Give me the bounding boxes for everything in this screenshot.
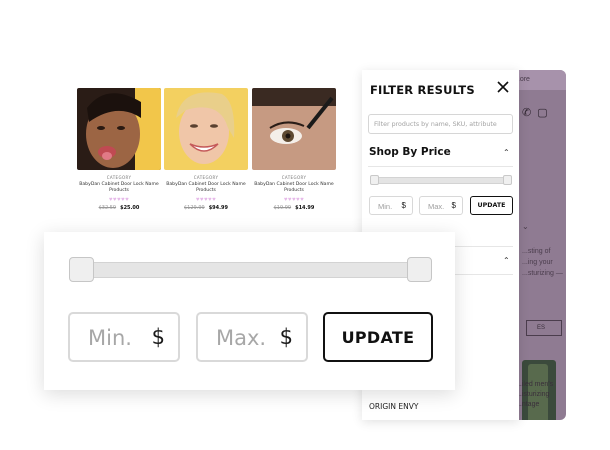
price-max-handle[interactable] (503, 175, 512, 185)
rating-hearts-icon: ♥♥♥♥♥ (108, 197, 130, 203)
max-placeholder: Max. (216, 326, 267, 350)
min-placeholder: Min. (378, 202, 393, 211)
product-name[interactable]: BabyDan Cabinet Door Lock Name Products (252, 182, 336, 194)
max-price-field[interactable]: Max. $ (196, 312, 308, 362)
product-name[interactable]: BabyDan Cabinet Door Lock Name Products (77, 182, 161, 194)
chevron-up-icon[interactable]: ⌃ (503, 148, 510, 157)
min-price-field[interactable]: Min. $ (68, 312, 180, 362)
price-range-track[interactable] (370, 177, 512, 184)
price-section-title[interactable]: Shop By Price (369, 146, 451, 158)
price-max-handle[interactable] (407, 257, 432, 282)
price: $14.99 (295, 205, 315, 211)
max-price-field[interactable]: Max. $ (419, 196, 463, 215)
currency-symbol: $ (279, 325, 293, 349)
price: $25.00 (120, 205, 140, 211)
update-button[interactable]: UPDATE (323, 312, 433, 362)
currency-symbol: $ (451, 201, 456, 210)
brand-filter-item[interactable]: ORIGIN ENVY (369, 402, 418, 411)
divider (368, 166, 513, 167)
background-outline-button: ES (526, 320, 562, 336)
filter-search-input[interactable] (368, 114, 513, 134)
rating-hearts-icon: ♥♥♥♥♥ (195, 197, 217, 203)
product-prices: $32.59 $25.00 (77, 205, 161, 211)
price: $94.99 (208, 205, 228, 211)
background-product-caption: ...iled men's ...isturizing ...ntage (516, 381, 554, 408)
zoomed-price-filter: Min. $ Max. $ UPDATE (44, 232, 455, 390)
product-name[interactable]: BabyDan Cabinet Door Lock Name Products (164, 182, 248, 194)
price-min-handle[interactable] (370, 175, 379, 185)
product-card[interactable]: CATEGORY BabyDan Cabinet Door Lock Name … (164, 88, 248, 211)
product-image[interactable] (252, 88, 336, 170)
product-card[interactable]: CATEGORY BabyDan Cabinet Door Lock Name … (77, 88, 161, 211)
product-category: CATEGORY (281, 175, 307, 180)
price-range-track[interactable] (78, 262, 428, 278)
header-icons: ✆▢ (522, 106, 554, 119)
max-placeholder: Max. (428, 202, 445, 211)
old-price: $32.59 (98, 205, 117, 211)
price-min-handle[interactable] (69, 257, 94, 282)
rating-hearts-icon: ♥♥♥♥♥ (283, 197, 305, 203)
close-icon[interactable] (496, 80, 510, 94)
chevron-up-icon[interactable]: ⌃ (503, 256, 510, 265)
product-prices: $19.99 $14.99 (252, 205, 336, 211)
product-grid: CATEGORY BabyDan Cabinet Door Lock Name … (70, 88, 342, 228)
product-category: CATEGORY (193, 175, 219, 180)
screen: CATEGORY BabyDan Cabinet Door Lock Name … (0, 0, 610, 450)
product-image[interactable] (164, 88, 248, 170)
product-category: CATEGORY (106, 175, 132, 180)
drawer-title: FILTER RESULTS (370, 83, 475, 97)
phone-icon: ✆ (522, 107, 538, 119)
product-image[interactable] (77, 88, 161, 170)
currency-symbol: $ (151, 325, 165, 349)
chevron-down-icon: ⌄ (522, 222, 529, 231)
product-card[interactable]: CATEGORY BabyDan Cabinet Door Lock Name … (252, 88, 336, 211)
old-price: $19.99 (273, 205, 292, 211)
background-description: ...sting of ...ing your ...sturizing — (522, 248, 563, 277)
product-prices: $129.99 $94.99 (164, 205, 248, 211)
old-price: $129.99 (184, 205, 205, 211)
min-price-field[interactable]: Min. $ (369, 196, 413, 215)
min-placeholder: Min. (88, 326, 132, 350)
bag-icon: ▢ (537, 107, 554, 119)
currency-symbol: $ (401, 201, 406, 210)
update-button[interactable]: UPDATE (470, 196, 513, 215)
